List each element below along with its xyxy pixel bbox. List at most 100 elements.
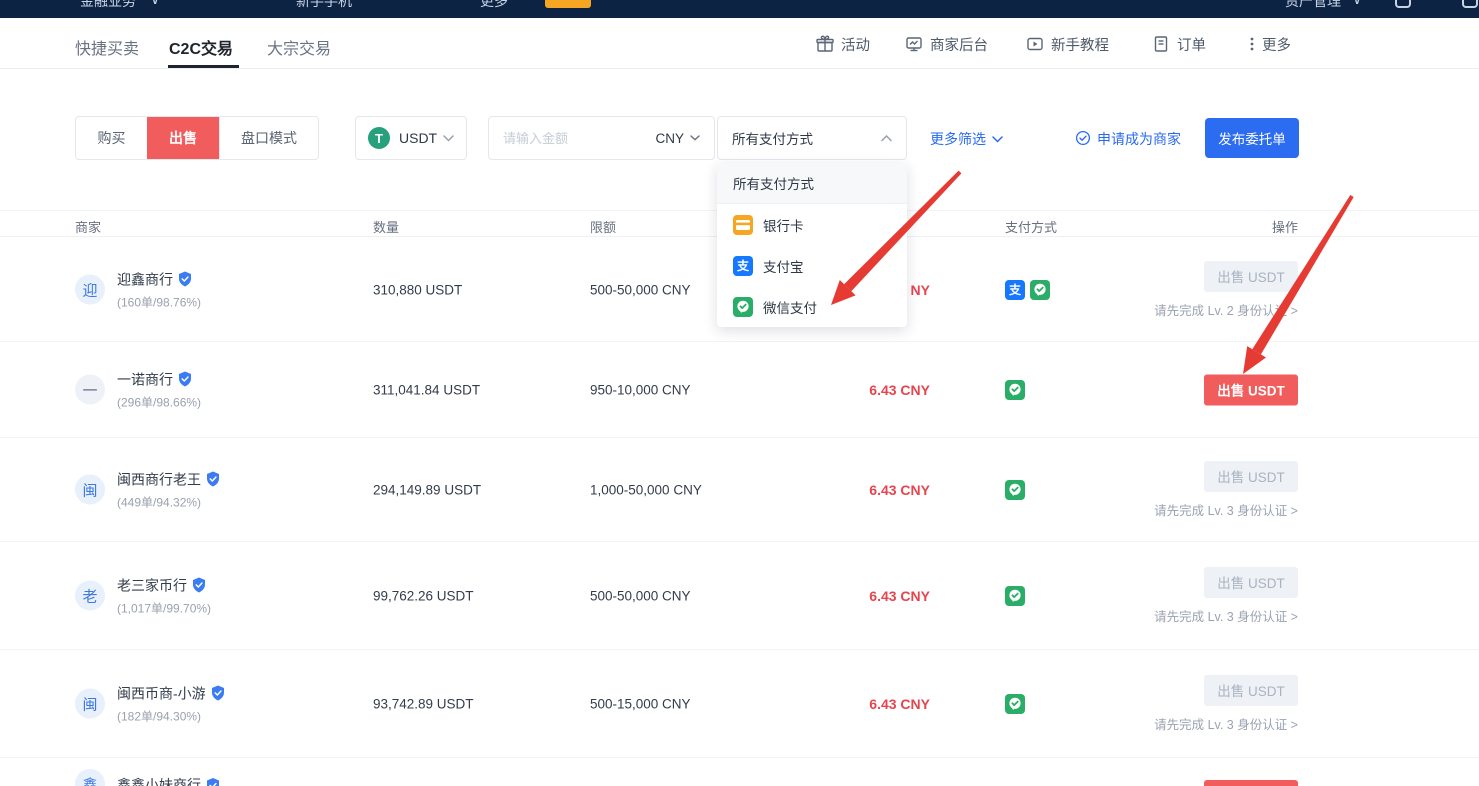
nav-link-label: 活动 bbox=[841, 34, 870, 55]
topbar-item-more[interactable]: 更多 bbox=[480, 0, 508, 11]
merchant-name[interactable]: 一诺商行 bbox=[117, 369, 173, 389]
tab-express-trade[interactable]: 快捷买卖 bbox=[75, 35, 139, 59]
amount-input[interactable] bbox=[503, 117, 633, 159]
merchant-name[interactable]: 老三家币行 bbox=[117, 575, 187, 595]
currency-select[interactable]: CNY bbox=[655, 117, 700, 159]
price-cell: NY bbox=[911, 282, 930, 298]
more-filters-link[interactable]: 更多筛选 bbox=[930, 129, 1003, 149]
topbar-item-finance[interactable]: 金融业务 bbox=[80, 0, 136, 11]
topbar-app-icon[interactable] bbox=[1395, 0, 1411, 8]
coin-select-value: USDT bbox=[399, 130, 437, 146]
col-limit: 限额 bbox=[590, 217, 616, 236]
amount-cell: 93,742.89 USDT bbox=[373, 696, 474, 711]
chevron-down-icon bbox=[690, 135, 700, 141]
amount-cell: 310,880 USDT bbox=[373, 282, 462, 297]
price-cell: 6.43 CNY bbox=[869, 696, 930, 712]
dropdown-option-label: 所有支付方式 bbox=[733, 173, 814, 193]
table-row-partial: 鑫 鑫鑫小妹商行 出售 USDT bbox=[0, 757, 1479, 786]
coin-select[interactable]: T USDT bbox=[355, 116, 467, 160]
apply-merchant-link[interactable]: 申请成为商家 bbox=[1075, 129, 1181, 149]
topbar-item-beginner[interactable]: 新手手机 bbox=[296, 0, 352, 11]
col-action: 操作 bbox=[1272, 217, 1298, 236]
dropdown-option-all[interactable]: 所有支付方式 bbox=[717, 163, 907, 204]
active-tab-underline bbox=[168, 65, 239, 68]
more-filters-label: 更多筛选 bbox=[930, 129, 986, 149]
price-cell: 6.43 CNY bbox=[869, 482, 930, 498]
limit-cell: 1,000-50,000 CNY bbox=[590, 482, 702, 497]
sell-usdt-button[interactable]: 出售 USDT bbox=[1204, 461, 1298, 492]
alipay-icon: 支 bbox=[733, 256, 753, 276]
payment-cell bbox=[1005, 586, 1025, 606]
action-cell: 出售 USDT 请先完成 Lv. 3 身份认证 > bbox=[1154, 461, 1298, 519]
payment-method-select[interactable]: 所有支付方式 bbox=[717, 116, 907, 160]
promo-badge bbox=[545, 0, 591, 8]
dropdown-option-label: 支付宝 bbox=[763, 256, 804, 276]
amount-filter: CNY bbox=[488, 116, 715, 160]
limit-cell: 950-10,000 CNY bbox=[590, 382, 691, 397]
amount-cell: 294,149.89 USDT bbox=[373, 482, 481, 497]
dropdown-option-alipay[interactable]: 支 支付宝 bbox=[717, 245, 907, 286]
topbar-item-assets[interactable]: 资产管理 bbox=[1285, 0, 1341, 11]
alipay-icon: 支 bbox=[1005, 280, 1025, 300]
merchant-stats: (449单/94.32%) bbox=[117, 493, 220, 510]
sell-usdt-button[interactable]: 出售 USDT bbox=[1204, 374, 1298, 405]
col-merchant: 商家 bbox=[75, 217, 101, 236]
sell-usdt-button[interactable]: 出售 USDT bbox=[1204, 567, 1298, 598]
buy-option[interactable]: 购买 bbox=[76, 117, 147, 159]
verify-level-link[interactable]: 请先完成 Lv. 3 身份认证 > bbox=[1154, 714, 1298, 733]
merchant-name[interactable]: 迎鑫商行 bbox=[117, 269, 173, 289]
limit-cell: 500-50,000 CNY bbox=[590, 588, 691, 603]
chevron-down-icon bbox=[443, 135, 454, 142]
chevron-down-icon: ∨ bbox=[1352, 0, 1362, 8]
verified-badge-icon bbox=[192, 578, 206, 593]
chevron-down-icon: ∨ bbox=[150, 0, 160, 8]
merchant-name[interactable]: 鑫鑫小妹商行 bbox=[117, 775, 201, 786]
chevron-up-icon bbox=[881, 135, 892, 142]
sell-usdt-button[interactable]: 出售 USDT bbox=[1204, 261, 1298, 292]
verify-level-link[interactable]: 请先完成 Lv. 3 身份认证 > bbox=[1154, 500, 1298, 519]
payment-select-value: 所有支付方式 bbox=[732, 128, 813, 148]
sell-usdt-button[interactable]: 出售 USDT bbox=[1204, 675, 1298, 706]
merchant-name[interactable]: 闽西币商-小游 bbox=[117, 683, 206, 703]
monitor-icon bbox=[905, 35, 923, 53]
sell-option[interactable]: 出售 bbox=[147, 117, 219, 159]
wechat-pay-icon bbox=[1005, 480, 1025, 500]
nav-link-label: 新手教程 bbox=[1051, 34, 1109, 55]
avatar: 老 bbox=[75, 581, 105, 611]
nav-link-more[interactable]: 更多 bbox=[1249, 32, 1291, 56]
dropdown-option-label: 微信支付 bbox=[763, 297, 817, 317]
nav-link-activities[interactable]: 活动 bbox=[816, 32, 870, 56]
wechat-pay-icon bbox=[1030, 280, 1050, 300]
wechat-pay-icon bbox=[1005, 380, 1025, 400]
verify-level-link[interactable]: 请先完成 Lv. 2 身份认证 > bbox=[1154, 300, 1298, 319]
verify-level-link[interactable]: 请先完成 Lv. 3 身份认证 > bbox=[1154, 606, 1298, 625]
amount-cell: 311,041.84 USDT bbox=[373, 382, 480, 397]
merchant-cell: 闽 闽西币商-小游 (182单/94.30%) bbox=[75, 683, 225, 724]
table-row: 老 老三家币行 (1,017单/99.70%) 99,762.26 USDT 5… bbox=[0, 541, 1479, 649]
currency-select-value: CNY bbox=[655, 131, 684, 146]
merchant-stats: (1,017单/99.70%) bbox=[117, 599, 211, 616]
nav-link-tutorial[interactable]: 新手教程 bbox=[1026, 32, 1109, 56]
col-payment: 支付方式 bbox=[1005, 217, 1057, 236]
orderbook-mode-option[interactable]: 盘口模式 bbox=[219, 117, 318, 159]
dropdown-option-bank-card[interactable]: 银行卡 bbox=[717, 204, 907, 245]
avatar: 一 bbox=[75, 375, 105, 405]
dots-icon bbox=[1249, 35, 1255, 53]
tether-icon: T bbox=[368, 127, 390, 149]
action-cell: 出售 USDT 请先完成 Lv. 3 身份认证 > bbox=[1154, 675, 1298, 733]
dropdown-option-wechat-pay[interactable]: 微信支付 bbox=[717, 286, 907, 327]
tab-block-trade[interactable]: 大宗交易 bbox=[267, 35, 331, 59]
payment-cell bbox=[1005, 694, 1025, 714]
wechat-pay-icon bbox=[1005, 694, 1025, 714]
merchant-stats: (160单/98.76%) bbox=[117, 293, 201, 310]
nav-link-label: 更多 bbox=[1262, 34, 1291, 55]
nav-link-merchant-console[interactable]: 商家后台 bbox=[905, 32, 988, 56]
video-icon bbox=[1026, 35, 1044, 53]
topbar-profile-icon[interactable] bbox=[1462, 0, 1478, 8]
post-ad-button[interactable]: 发布委托单 bbox=[1205, 118, 1299, 158]
tab-c2c-trade[interactable]: C2C交易 bbox=[169, 35, 233, 59]
nav-link-orders[interactable]: 订单 bbox=[1152, 32, 1206, 56]
payment-cell: 支 bbox=[1005, 280, 1050, 300]
merchant-name[interactable]: 闽西商行老王 bbox=[117, 469, 201, 489]
sell-usdt-button[interactable]: 出售 USDT bbox=[1204, 780, 1298, 786]
